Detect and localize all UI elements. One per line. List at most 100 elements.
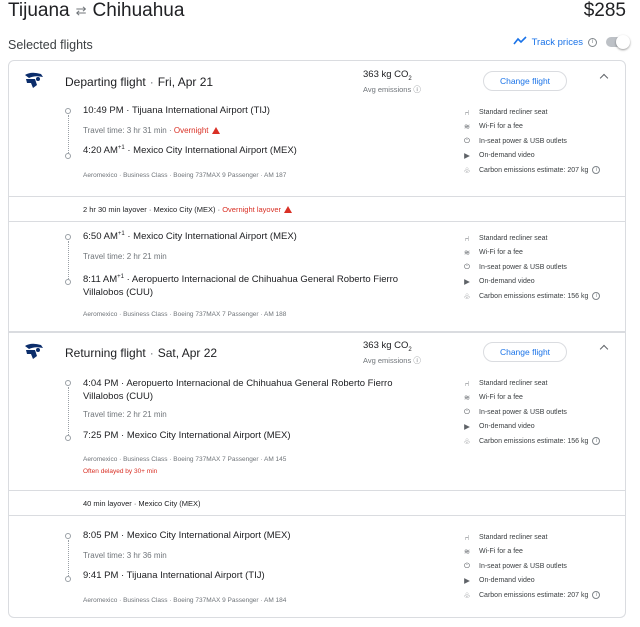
video-icon: ▶	[464, 151, 470, 161]
layover-info: 2 hr 30 min layover · Mexico City (MEX)	[83, 205, 216, 214]
amenity-power-label: In-seat power & USB outlets	[479, 263, 567, 271]
departing-header[interactable]: Departing flight · Fri, Apr 21 363 kg CO2 …	[9, 61, 625, 101]
travel-time: Travel time: 2 hr 21 min	[83, 252, 167, 261]
layover-text: 40 min layover · Mexico City (MEX)	[83, 499, 201, 508]
collapse-chevron-icon[interactable]	[599, 344, 609, 354]
aeromexico-logo-icon	[23, 342, 45, 360]
departing-flight-card: Departing flight · Fri, Apr 21 363 kg CO2 …	[8, 60, 626, 332]
departure-dot	[65, 108, 71, 114]
depart-time: 8:05 PM	[83, 530, 119, 541]
carbon-estimate: Carbon emissions estimate: 207 kg	[479, 166, 589, 174]
delay-warning: Often delayed by 30+ min	[83, 468, 158, 475]
origin-city: Tijuana	[8, 0, 70, 21]
info-icon[interactable]: i	[592, 591, 601, 600]
departure-stop: 10:49 PM · Tijuana International Airport…	[83, 105, 270, 116]
day-offset: +1	[117, 231, 125, 237]
returning-leg-2: 8:05 PM · Mexico City International Airp…	[9, 516, 625, 616]
amenity-wifi: ≋ Wi-Fi for a fee	[461, 545, 621, 560]
collapse-chevron-icon[interactable]	[599, 73, 609, 83]
amenity-wifi-label: Wi-Fi for a fee	[479, 394, 523, 402]
arrive-airport: Mexico City International Airport (MEX)	[126, 430, 291, 441]
trend-icon	[512, 36, 527, 48]
change-returning-button[interactable]: Change flight	[483, 342, 567, 362]
departing-leg-1: 10:49 PM · Tijuana International Airport…	[9, 101, 625, 201]
departure-dot	[65, 380, 71, 386]
info-icon[interactable]: ⓘ	[413, 356, 421, 365]
amenity-power-label: In-seat power & USB outlets	[479, 408, 567, 416]
flight-details: Aeromexico · Business Class · Boeing 737…	[83, 597, 287, 604]
video-icon: ▶	[464, 422, 470, 432]
amenity-video-label: On-demand video	[479, 577, 535, 585]
flight-details: Aeromexico · Business Class · Boeing 737…	[83, 172, 287, 179]
leg-timeline	[65, 380, 73, 441]
amenity-wifi-label: Wi-Fi for a fee	[479, 123, 523, 131]
day-offset: +1	[117, 274, 124, 280]
departure-stop: 8:05 PM · Mexico City International Airp…	[83, 530, 291, 541]
amenity-power-label: In-seat power & USB outlets	[479, 137, 567, 145]
amenity-power: ⏻ In-seat power & USB outlets	[461, 559, 621, 574]
timeline-line	[67, 540, 69, 576]
arrival-stop: 9:41 PM · Tijuana International Airport …	[83, 570, 265, 581]
returning-layover: 40 min layover · Mexico City (MEX)	[9, 490, 625, 516]
power-plug-icon: ⏻	[464, 407, 470, 417]
arrive-time: 8:11 AM	[83, 274, 118, 286]
info-icon[interactable]: ⓘ	[413, 85, 421, 94]
amenity-seat: ⑁ Standard recliner seat	[461, 530, 621, 545]
amenity-seat: ⑁ Standard recliner seat	[461, 231, 621, 246]
info-icon[interactable]: i	[592, 437, 601, 446]
warning-icon	[284, 206, 292, 213]
departing-co2: 363 kg CO2 Avg emissions ⓘ	[363, 69, 421, 95]
carbon-icon: ♧	[463, 291, 471, 301]
co2-subscript: 2	[408, 75, 412, 82]
leg-timeline	[65, 234, 73, 286]
returning-date: Sat, Apr 22	[157, 346, 218, 360]
carbon-icon: ♧	[463, 165, 471, 175]
track-prices-toggle[interactable]	[606, 35, 630, 49]
track-prices[interactable]: Track prices i	[512, 35, 630, 49]
info-icon[interactable]: i	[592, 166, 601, 175]
arrival-dot	[65, 435, 71, 441]
depart-time: 10:49 PM	[83, 105, 124, 116]
amenity-power-label: In-seat power & USB outlets	[479, 562, 567, 570]
departure-dot	[65, 533, 71, 539]
carbon-icon: ♧	[463, 436, 471, 446]
power-plug-icon: ⏻	[464, 561, 470, 571]
amenity-wifi: ≋ Wi-Fi for a fee	[461, 120, 621, 135]
flight-details: Aeromexico · Business Class · Boeing 737…	[83, 456, 287, 463]
amenity-seat-label: Standard recliner seat	[479, 234, 548, 242]
amenity-video-label: On-demand video	[479, 152, 535, 160]
amenity-video: ▶ On-demand video	[461, 275, 621, 290]
returning-flight-card: Returning flight · Sat, Apr 22 363 kg CO2 …	[8, 332, 626, 618]
amenity-video: ▶ On-demand video	[461, 149, 621, 164]
arrive-time: 4:20 AM	[83, 145, 118, 157]
power-plug-icon: ⏻	[464, 262, 470, 272]
leg-timeline	[65, 108, 73, 159]
layover-text: 2 hr 30 min layover · Mexico City (MEX) …	[83, 205, 292, 214]
departing-layover: 2 hr 30 min layover · Mexico City (MEX) …	[9, 196, 625, 222]
track-prices-label[interactable]: Track prices	[532, 37, 583, 48]
arrive-airport: Aeropuerto Internacional de Chihuahua Ge…	[83, 274, 399, 299]
seat-icon: ⑁	[464, 378, 470, 388]
amenity-wifi: ≋ Wi-Fi for a fee	[461, 391, 621, 406]
amenity-power: ⏻ In-seat power & USB outlets	[461, 405, 621, 420]
co2-value: 363 kg CO	[363, 69, 409, 80]
amenities-list: ⑁ Standard recliner seat ≋ Wi-Fi for a fee…	[461, 530, 621, 603]
route-title: Tijuana ⇄ Chihuahua	[8, 0, 184, 22]
returning-co2: 363 kg CO2 Avg emissions ⓘ	[363, 340, 421, 366]
power-plug-icon: ⏻	[464, 136, 470, 146]
amenities-list: ⑁ Standard recliner seat ≋ Wi-Fi for a fee…	[461, 105, 621, 178]
change-departing-button[interactable]: Change flight	[483, 71, 567, 91]
info-icon[interactable]: i	[588, 37, 597, 47]
leg-timeline	[65, 533, 73, 585]
arrival-dot	[65, 153, 71, 159]
warning-icon	[211, 127, 220, 134]
arrive-airport: Tijuana International Airport (TIJ)	[126, 570, 265, 581]
returning-header[interactable]: Returning flight · Sat, Apr 22 363 kg CO2 …	[9, 332, 625, 372]
amenity-carbon: ♧ Carbon emissions estimate: 156 kg i	[461, 434, 621, 449]
info-icon[interactable]: i	[592, 292, 601, 301]
carbon-estimate: Carbon emissions estimate: 156 kg	[479, 292, 589, 300]
amenity-carbon: ♧ Carbon emissions estimate: 156 kg i	[461, 289, 621, 304]
aeromexico-logo-icon	[23, 71, 45, 89]
timeline-line	[67, 387, 69, 435]
amenity-wifi: ≋ Wi-Fi for a fee	[461, 246, 621, 261]
